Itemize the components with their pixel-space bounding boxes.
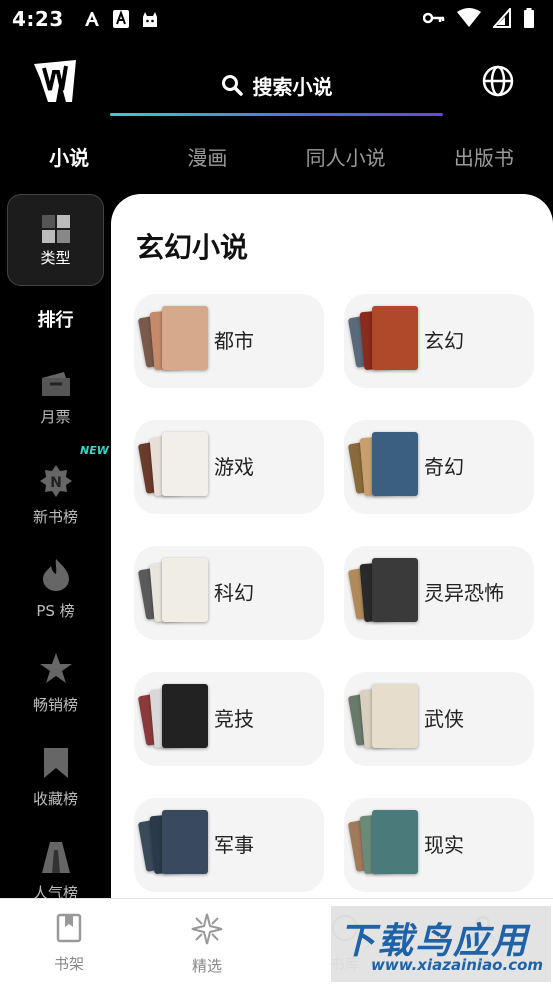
nav-label: 精选 [191, 957, 222, 975]
status-bar: 4:23 [0, 0, 553, 38]
category-card[interactable]: 玄幻 [344, 294, 534, 388]
status-system-icons [423, 8, 535, 28]
app-logo-icon[interactable] [30, 58, 80, 106]
cover-front [162, 432, 208, 496]
sidebar-item-new-books[interactable]: N 新书榜 [0, 464, 111, 527]
cover-front [372, 306, 418, 370]
category-label: 军事 [214, 833, 254, 857]
sidebar-rank-heading: 排行 [37, 310, 74, 331]
flame-icon [42, 559, 69, 591]
category-label: 灵异恐怖 [424, 581, 504, 605]
search-underline [110, 113, 443, 116]
panel-title: 玄幻小说 [136, 231, 249, 264]
cover-front [162, 306, 208, 370]
book-covers-icon [137, 558, 208, 628]
cover-front [372, 558, 418, 622]
book-covers-icon [347, 432, 418, 502]
book-covers-icon [137, 306, 208, 376]
cover-front [162, 684, 208, 748]
sidebar-item-label: 月票 [40, 408, 71, 426]
book-covers-icon [137, 684, 208, 754]
nav-featured[interactable]: 精选 [138, 899, 276, 984]
ticket-icon [41, 372, 70, 396]
search-icon [221, 75, 243, 96]
watermark-url: www.xiazainiao.com [371, 956, 544, 974]
app-header: 搜索小说 [0, 54, 553, 118]
text-notification-icon [112, 10, 129, 28]
nav-bookshelf[interactable]: 书架 [0, 899, 138, 984]
search-label: 搜索小说 [252, 74, 333, 99]
status-notification-icons [82, 9, 160, 29]
category-label: 武侠 [424, 707, 464, 731]
star-icon [39, 653, 72, 683]
search-bar[interactable]: 搜索小说 [110, 54, 443, 116]
tab-fanfic[interactable]: 同人小说 [277, 136, 415, 180]
sidebar-item-label: PS 榜 [36, 602, 75, 620]
sparkle-icon [191, 913, 223, 945]
vpn-key-icon [423, 12, 445, 24]
category-label: 科幻 [214, 581, 254, 605]
category-label: 奇幻 [424, 455, 464, 479]
category-card[interactable]: 科幻 [134, 546, 324, 640]
new-badge: NEW [80, 444, 109, 457]
sidebar-item-favorites[interactable]: 收藏榜 [0, 746, 111, 809]
category-card[interactable]: 竞技 [134, 672, 324, 766]
globe-icon[interactable] [481, 64, 515, 98]
cell-signal-icon [493, 8, 511, 28]
tab-novel[interactable]: 小说 [0, 136, 138, 180]
book-covers-icon [137, 810, 208, 880]
category-grid-icon [41, 215, 70, 243]
tab-published[interactable]: 出版书 [415, 136, 553, 180]
category-label: 都市 [214, 329, 254, 353]
book-covers-icon [347, 558, 418, 628]
sidebar-item-type[interactable]: 类型 [7, 194, 104, 286]
nav-label: 书架 [53, 955, 84, 973]
category-card[interactable]: 都市 [134, 294, 324, 388]
sidebar-item-label: 类型 [40, 249, 71, 267]
category-card[interactable]: 灵异恐怖 [344, 546, 534, 640]
app-notification-icon [84, 12, 99, 26]
sidebar: 类型 排行 月票 NEW N 新书榜 PS 榜 畅销榜 收藏榜 人气榜 [0, 194, 111, 902]
category-label: 游戏 [214, 455, 254, 479]
sidebar-item-label: 畅销榜 [32, 696, 78, 714]
category-label: 竞技 [214, 707, 254, 731]
book-covers-icon [347, 810, 418, 880]
sidebar-item-ps[interactable]: PS 榜 [0, 558, 111, 621]
new-book-icon: N [39, 465, 72, 497]
category-card[interactable]: 游戏 [134, 420, 324, 514]
sidebar-item-bestseller[interactable]: 畅销榜 [0, 652, 111, 715]
sidebar-item-label: 新书榜 [32, 508, 78, 526]
cover-front [162, 810, 208, 874]
cover-front [372, 432, 418, 496]
sidebar-item-label: 收藏榜 [32, 790, 78, 808]
tab-comic[interactable]: 漫画 [138, 136, 276, 180]
cover-front [372, 684, 418, 748]
book-covers-icon [347, 684, 418, 754]
bookshelf-icon [56, 913, 82, 943]
cover-front [162, 558, 208, 622]
status-time: 4:23 [12, 7, 64, 31]
category-card[interactable]: 武侠 [344, 672, 534, 766]
category-tabs: 小说 漫画 同人小说 出版书 [0, 136, 553, 180]
battery-icon [524, 8, 534, 28]
sidebar-item-monthly[interactable]: 月票 [0, 370, 111, 427]
svg-text:N: N [50, 475, 62, 491]
category-label: 现实 [424, 833, 464, 857]
category-label: 玄幻 [424, 329, 464, 353]
category-card[interactable]: 军事 [134, 798, 324, 892]
book-covers-icon [137, 432, 208, 502]
android-notification-icon [142, 12, 157, 27]
mountain-icon [41, 842, 70, 873]
category-card[interactable]: 奇幻 [344, 420, 534, 514]
category-card[interactable]: 现实 [344, 798, 534, 892]
category-panel: 玄幻小说 都市 玄幻 游戏 奇幻 科幻 灵异恐怖 竞技 武侠 军事 现实 [111, 194, 553, 898]
wifi-icon [457, 8, 481, 27]
sidebar-item-popular[interactable]: 人气榜 [0, 840, 111, 903]
cover-front [372, 810, 418, 874]
book-covers-icon [347, 306, 418, 376]
watermark: 下载鸟应用 www.xiazainiao.com [331, 906, 551, 982]
bookmark-icon [43, 748, 68, 778]
